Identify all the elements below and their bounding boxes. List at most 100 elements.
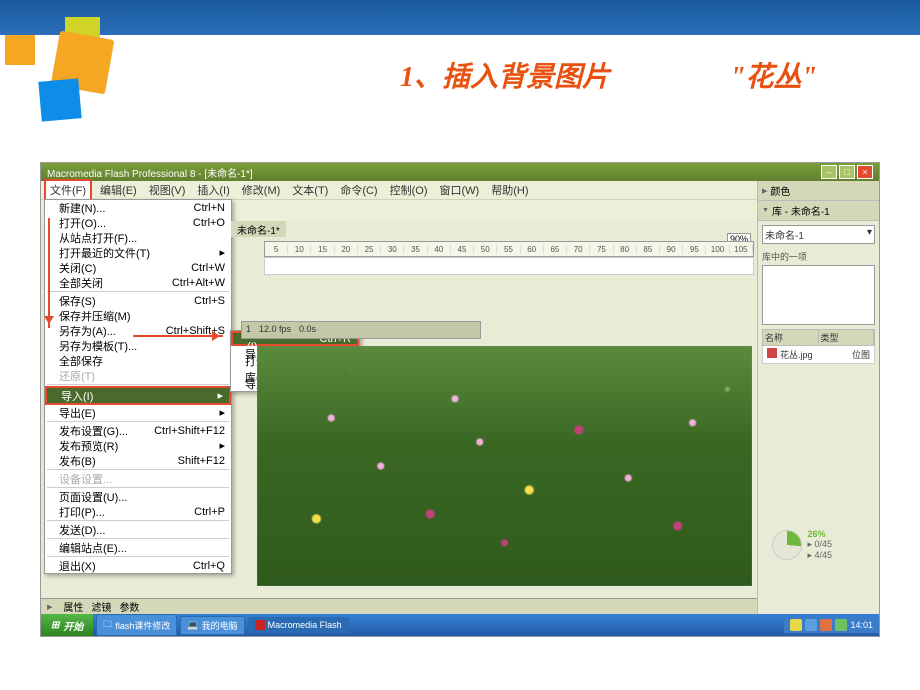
flash-icon [255,620,265,630]
menu-view[interactable]: 视图(V) [145,181,190,199]
menu-item-save-all[interactable]: 全部保存 [45,353,231,368]
menu-item-new[interactable]: 新建(N)...Ctrl+N [45,200,231,215]
tab-params[interactable]: 参数 [119,599,139,614]
maximize-icon[interactable]: □ [839,165,855,179]
tray-icon-1[interactable] [790,619,802,631]
taskbar-item-mycomputer[interactable]: 💻 我的电脑 [180,616,244,635]
windows-taskbar: ⊞ 开始 🗀 flash课件修改 💻 我的电脑 Macromedia Flash… [41,614,879,636]
file-menu-dropdown: 新建(N)...Ctrl+N 打开(O)...Ctrl+O 从站点打开(F)..… [44,199,232,574]
menu-item-page-setup[interactable]: 页面设置(U)... [45,489,231,504]
timeline-tick: 5 [265,245,288,254]
library-item-row[interactable]: 花丛.jpg 位图 [762,346,875,364]
flower-background-image [257,346,752,586]
tab-filters[interactable]: 滤镜 [91,599,111,614]
tab-properties[interactable]: 属性 [63,599,83,614]
timeline-tick: 75 [590,245,613,254]
menu-bar: 文件(F) 编辑(E) 视图(V) 插入(I) 修改(M) 文本(T) 命令(C… [41,181,879,199]
library-item-count: 库中的一项 [762,248,875,265]
tray-icon-2[interactable] [805,619,817,631]
bitmap-icon [767,348,777,358]
menu-item-save-template[interactable]: 另存为模板(T)... [45,338,231,353]
taskbar-item-flash[interactable]: Macromedia Flash [248,617,349,633]
library-panel-header[interactable]: 库 - 未命名-1 [758,201,879,221]
timeline-tick: 70 [567,245,590,254]
menu-item-publish-settings[interactable]: 发布设置(G)...Ctrl+Shift+F12 [45,423,231,438]
start-button[interactable]: ⊞ 开始 [41,614,93,636]
tray-icon-3[interactable] [820,619,832,631]
document-tab[interactable]: 未命名-1* [231,221,286,237]
right-panel-dock: 颜色 库 - 未命名-1 未命名-1▾ 库中的一项 名称 类型 花丛.jpg 位… [757,181,879,614]
timeline-tick: 90 [660,245,683,254]
timeline-tick: 55 [497,245,520,254]
menu-item-exit[interactable]: 退出(X)Ctrl+Q [45,558,231,573]
timeline-tick: 85 [637,245,660,254]
library-document-selector[interactable]: 未命名-1▾ [762,225,875,244]
flash-app-window: Macromedia Flash Professional 8 - [未命名-1… [40,162,880,637]
menu-control[interactable]: 控制(O) [386,181,432,199]
menu-item-open-recent[interactable]: 打开最近的文件(T)▸ [45,245,231,260]
menu-item-open-site[interactable]: 从站点打开(F)... [45,230,231,245]
timeline-tick: 40 [428,245,451,254]
timeline-status-bar: 1 12.0 fps 0.0s [241,321,481,339]
menu-item-save[interactable]: 保存(S)Ctrl+S [45,293,231,308]
frame-number: 1 [246,324,251,336]
menu-help[interactable]: 帮助(H) [487,181,532,199]
close-icon[interactable]: × [857,165,873,179]
timeline-tick: 80 [614,245,637,254]
timeline-frames[interactable] [264,257,754,275]
time-value: 0.0s [299,324,316,336]
pie-icon [772,530,802,560]
annotation-arrow-down [48,218,50,328]
decorative-puzzle [0,25,160,125]
window-title-bar[interactable]: Macromedia Flash Professional 8 - [未命名-1… [41,163,879,181]
computer-icon: 💻 [187,620,198,631]
folder-icon: 🗀 [103,617,112,633]
library-col-type[interactable]: 类型 [819,330,875,345]
system-tray[interactable]: 14:01 [784,617,879,633]
menu-item-close-all[interactable]: 全部关闭Ctrl+Alt+W [45,275,231,290]
menu-item-open[interactable]: 打开(O)...Ctrl+O [45,215,231,230]
timeline-tick: 60 [521,245,544,254]
timeline-tick: 65 [544,245,567,254]
library-col-name[interactable]: 名称 [763,330,819,345]
clock: 14:01 [850,620,873,630]
timeline-tick: 45 [451,245,474,254]
annotation-arrow-right [133,335,223,337]
timeline-tick: 30 [381,245,404,254]
timeline-tick: 95 [683,245,706,254]
menu-item-revert[interactable]: 还原(T) [45,368,231,383]
menu-file[interactable]: 文件(F) [44,179,92,201]
library-preview [762,265,875,325]
menu-edit[interactable]: 编辑(E) [96,181,141,199]
menu-item-send[interactable]: 发送(D)... [45,522,231,537]
menu-text[interactable]: 文本(T) [288,181,332,199]
tray-icon-4[interactable] [835,619,847,631]
menu-item-save-compact[interactable]: 保存并压缩(M) [45,308,231,323]
minimize-icon[interactable]: – [821,165,837,179]
menu-item-export[interactable]: 导出(E)▸ [45,405,231,420]
timeline-tick: 10 [288,245,311,254]
properties-panel-tabs: 属性 滤镜 参数 [41,598,757,614]
timeline-tick: 50 [474,245,497,254]
menu-item-print[interactable]: 打印(P)...Ctrl+P [45,504,231,519]
fps-value: 12.0 fps [259,324,291,336]
menu-item-publish[interactable]: 发布(B)Shift+F12 [45,453,231,468]
stage-canvas[interactable] [257,346,752,586]
menu-insert[interactable]: 插入(I) [193,181,233,199]
menu-window[interactable]: 窗口(W) [436,181,484,199]
menu-commands[interactable]: 命令(C) [336,181,381,199]
taskbar-item-folder[interactable]: 🗀 flash课件修改 [96,614,177,636]
menu-item-device-settings[interactable]: 设备设置... [45,471,231,486]
menu-item-publish-preview[interactable]: 发布预览(R)▸ [45,438,231,453]
menu-modify[interactable]: 修改(M) [238,181,285,199]
timeline-ruler[interactable]: 5101520253035404550556065707580859095100… [264,241,754,257]
menu-item-import[interactable]: 导入(I)▸ [47,388,229,403]
timeline-tick: 100 [706,245,729,254]
slide-title-main: 1、插入背景图片 [400,55,610,95]
menu-item-close[interactable]: 关闭(C)Ctrl+W [45,260,231,275]
timeline-tick: 15 [311,245,334,254]
color-panel-header[interactable]: 颜色 [758,181,879,201]
menu-item-edit-sites[interactable]: 编辑站点(E)... [45,540,231,555]
timeline-tick: 105 [730,245,753,254]
library-item-type: 位图 [852,348,870,361]
